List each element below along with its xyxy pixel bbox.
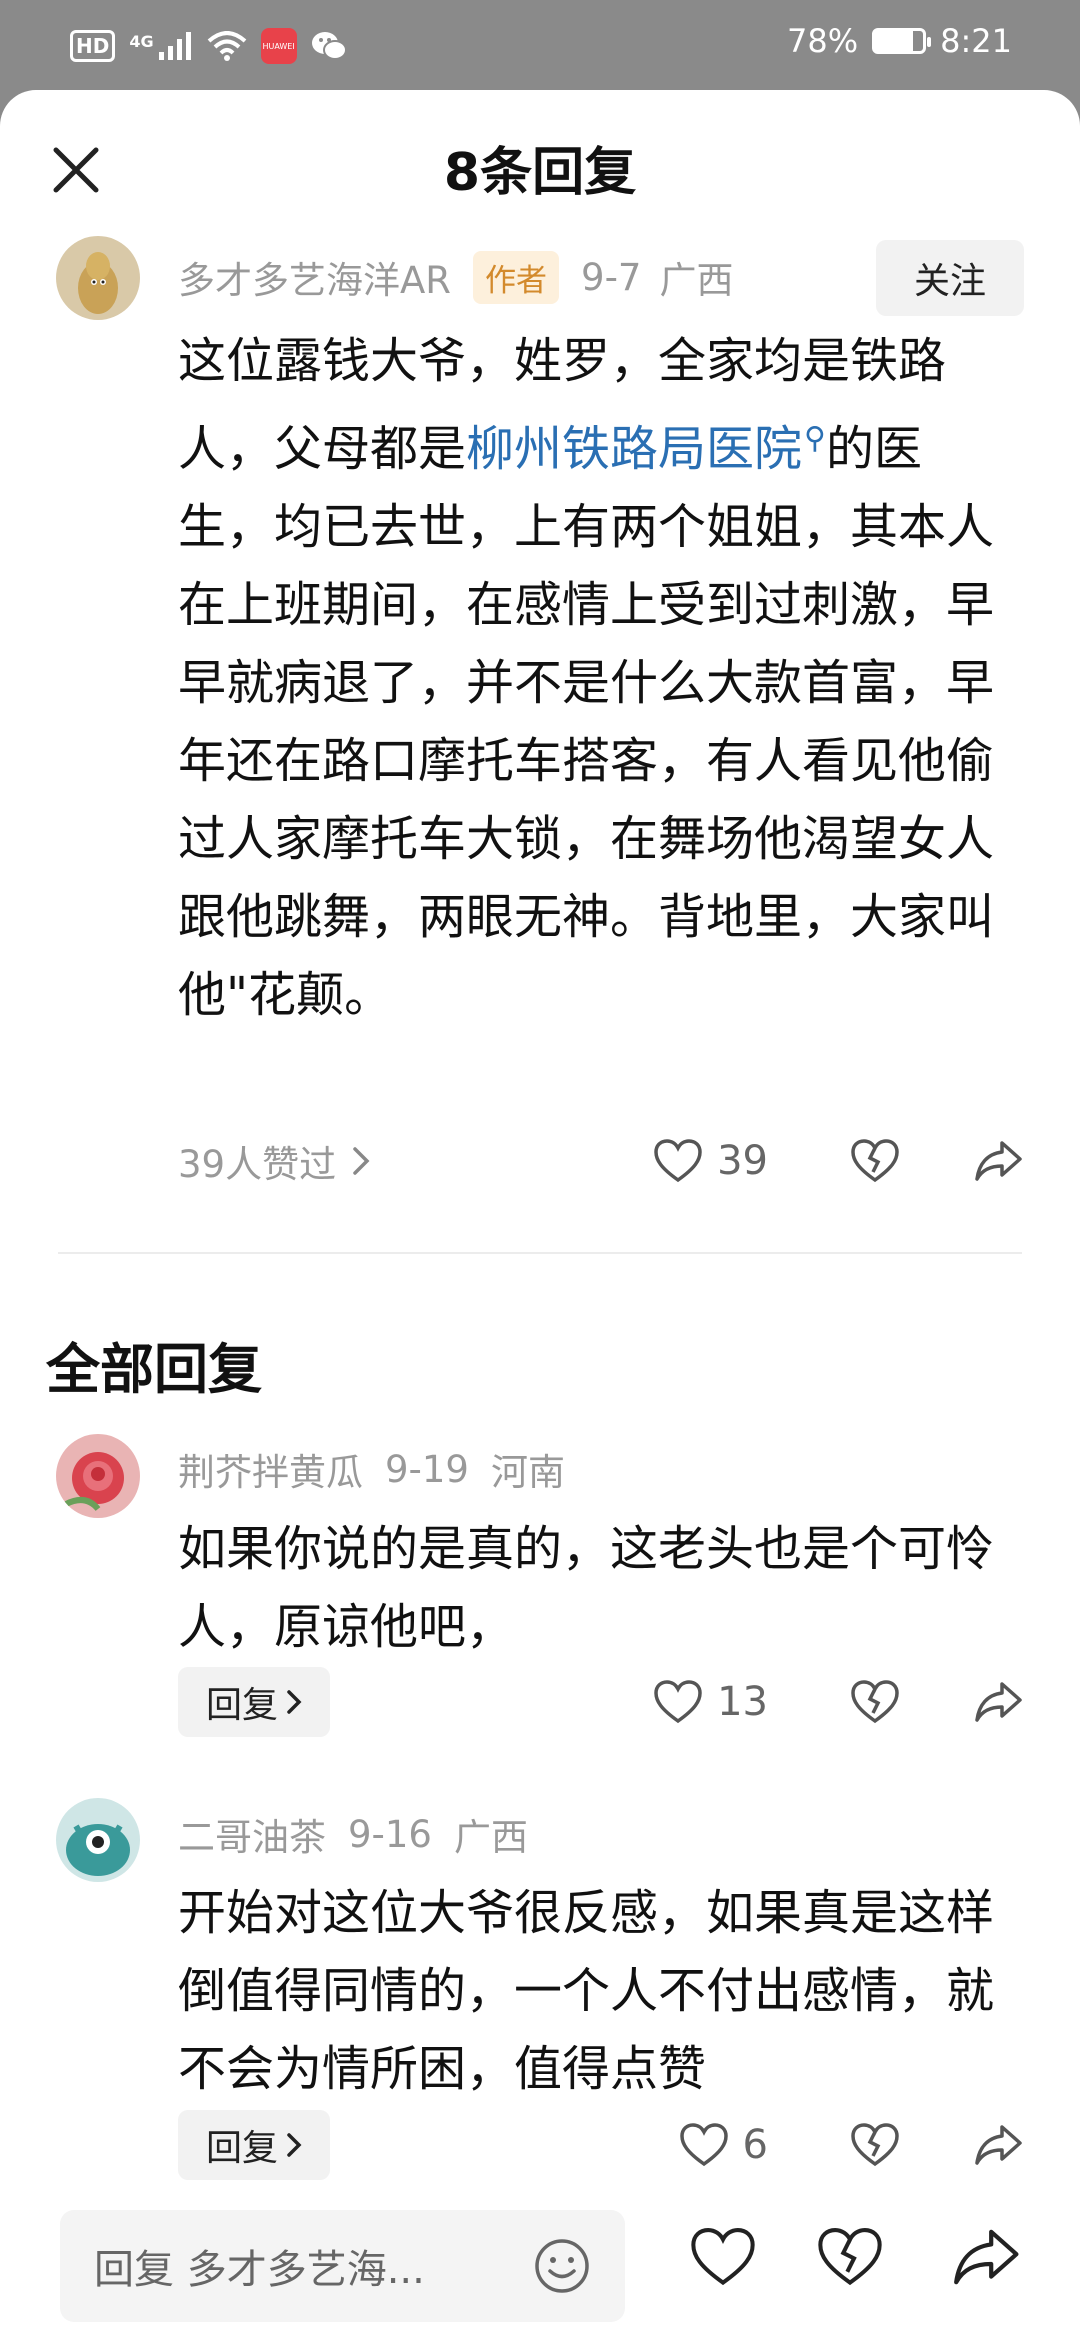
share-button[interactable]	[974, 1139, 1024, 1183]
reply-meta: 二哥油茶 9-16 广西	[178, 1807, 528, 1861]
avatar[interactable]	[56, 1798, 140, 1882]
wechat-icon	[311, 32, 347, 60]
author-name[interactable]: 荆芥拌黄瓜	[178, 1442, 363, 1496]
reply-button[interactable]: 回复	[178, 2110, 331, 2180]
chevron-right-icon	[287, 1690, 302, 1714]
likes-summary[interactable]: 39人赞过	[178, 1134, 370, 1188]
comment-actions: 39	[653, 1138, 1024, 1184]
hd-icon: HD	[70, 30, 116, 62]
emoji-icon[interactable]	[533, 2237, 591, 2295]
sheet-header: 8条回复	[0, 90, 1080, 250]
battery-percent: 78%	[787, 22, 859, 60]
wifi-icon	[207, 31, 246, 61]
reply-date: 9-19	[385, 1447, 469, 1491]
dislike-button[interactable]	[850, 2122, 900, 2168]
reply-button-label: 回复	[206, 2128, 279, 2169]
comment-location: 广西	[659, 259, 734, 302]
search-icon: ⚲	[804, 421, 827, 456]
comment-footer: 39人赞过 39	[178, 1126, 1024, 1196]
like-count: 6	[742, 2122, 768, 2168]
heart-icon	[654, 1139, 702, 1183]
reply-input[interactable]: 回复 多才多艺海...	[60, 2210, 625, 2322]
chevron-right-icon	[287, 2133, 302, 2157]
dislike-button[interactable]	[850, 1138, 900, 1184]
battery-icon	[872, 28, 932, 54]
section-title: 全部回复	[46, 1338, 262, 1401]
broken-heart-icon	[851, 1139, 899, 1183]
comment-text-part: 的医生，均已去世，上有两个姐姐，其本人在上班期间，在感情上受到过刺激，早早就病退…	[178, 421, 995, 1023]
chevron-right-icon	[353, 1147, 370, 1175]
reply-actions: 6	[679, 2122, 1024, 2168]
heart-icon	[654, 1680, 702, 1724]
status-bar: HD 4G HUAWEI 78% 8:21	[0, 0, 1080, 90]
share-icon	[975, 1141, 1022, 1181]
signal-icon: 4G	[129, 32, 192, 60]
like-count: 13	[717, 1679, 768, 1725]
broken-heart-icon	[851, 2123, 899, 2167]
follow-button[interactable]: 关注	[876, 240, 1024, 316]
like-button[interactable]: 13	[653, 1679, 768, 1725]
reply-button-label: 回复	[206, 1685, 279, 1726]
comment-date: 9-7	[581, 255, 642, 299]
likes-summary-label: 39人赞过	[178, 1143, 337, 1186]
like-button[interactable]: 39	[653, 1138, 768, 1184]
network-type: 4G	[129, 32, 154, 51]
status-left: HD 4G HUAWEI	[70, 28, 347, 64]
avatar[interactable]	[56, 236, 140, 320]
reply-text: 开始对这位大爷很反感，如果真是这样倒值得同情的，一个人不付出感情，就不会为情所困…	[178, 1885, 995, 2097]
reply-location: 河南	[490, 1451, 565, 1494]
reply-location: 广西	[453, 1816, 528, 1859]
share-icon[interactable]	[952, 2226, 1022, 2288]
reply-sheet: 8条回复 多才多艺海洋AR 作者 9-7 广西 关注 这位露钱大爷，姓罗，全家均…	[0, 90, 1080, 2340]
search-link[interactable]: 柳州铁路局医院	[466, 421, 802, 477]
like-count: 39	[717, 1138, 768, 1184]
comment-meta: 多才多艺海洋AR 作者 9-7 广西	[178, 250, 733, 304]
heart-icon	[679, 2123, 728, 2167]
bottom-bar: 回复 多才多艺海...	[0, 2190, 1080, 2340]
reply-meta: 荆芥拌黄瓜 9-19 河南	[178, 1442, 565, 1496]
page-title: 8条回复	[443, 143, 637, 203]
broken-heart-icon[interactable]	[815, 2226, 885, 2288]
reply-button[interactable]: 回复	[178, 1667, 331, 1737]
avatar[interactable]	[56, 1434, 140, 1518]
reply-footer: 回复 13	[178, 1667, 1024, 1737]
author-badge: 作者	[473, 250, 560, 304]
share-icon	[975, 1682, 1022, 1722]
author-name[interactable]: 多才多艺海洋AR	[178, 250, 451, 304]
share-icon	[975, 2125, 1022, 2165]
status-right: 78% 8:21	[787, 22, 1012, 60]
like-button[interactable]: 6	[679, 2122, 768, 2168]
reply-input-placeholder: 回复 多才多艺海...	[94, 2247, 425, 2293]
huawei-app-icon: HUAWEI	[260, 28, 297, 64]
share-button[interactable]	[974, 2123, 1024, 2167]
divider	[58, 1252, 1022, 1254]
share-button[interactable]	[974, 1680, 1024, 1724]
author-name[interactable]: 二哥油茶	[178, 1807, 326, 1861]
reply-date: 9-16	[348, 1812, 432, 1856]
reply-text: 如果你说的是真的，这老头也是个可怜人，原谅他吧，	[178, 1521, 995, 1655]
clock: 8:21	[940, 22, 1012, 60]
broken-heart-icon	[851, 1680, 899, 1724]
comment-text: 这位露钱大爷，姓罗，全家均是铁路人，父母都是柳州铁路局医院⚲的医生，均已去世，上…	[178, 322, 1008, 1034]
reply-footer: 回复 6	[178, 2110, 1024, 2180]
dislike-button[interactable]	[850, 1679, 900, 1725]
reply-actions: 13	[653, 1679, 1024, 1725]
heart-icon[interactable]	[688, 2226, 758, 2288]
battery-fill	[875, 31, 913, 51]
